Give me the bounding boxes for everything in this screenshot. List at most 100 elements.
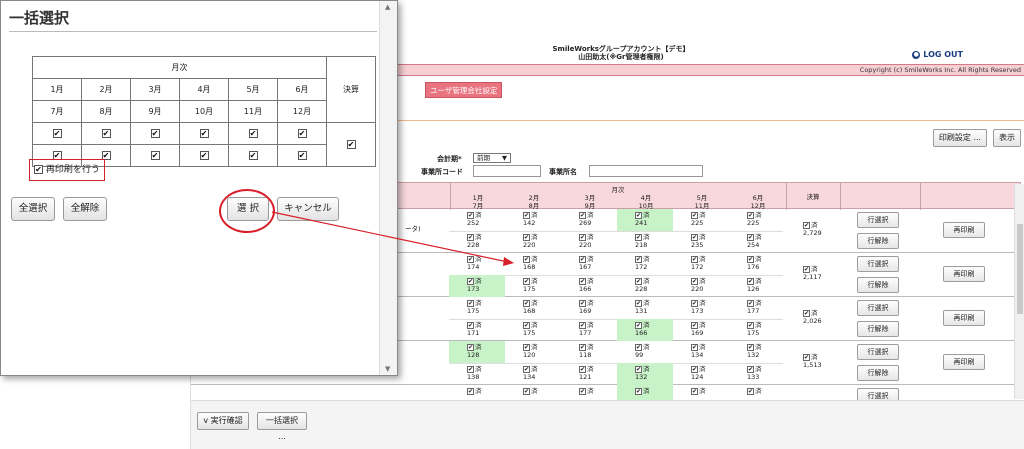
month-cell[interactable]: ✔ 済 228 — [617, 275, 673, 297]
month-cell[interactable]: ✔ 済 168 — [505, 253, 561, 275]
month-checkbox[interactable]: ✔ — [150, 129, 160, 138]
checkbox-icon[interactable]: ✔ — [467, 299, 474, 307]
checkbox-icon[interactable]: ✔ — [803, 309, 810, 317]
checkbox-icon[interactable]: ✔ — [691, 387, 698, 395]
checkbox-icon[interactable]: ✔ — [467, 255, 474, 263]
row-select-button[interactable]: 行選択 — [857, 300, 899, 316]
checkbox-icon[interactable]: ✔ — [747, 343, 754, 351]
checkbox-icon[interactable]: ✔ — [467, 343, 474, 351]
checkbox-icon[interactable]: ✔ — [635, 233, 642, 241]
row-clear-button[interactable]: 行解除 — [857, 277, 899, 293]
month-checkbox[interactable]: ✔ — [199, 151, 209, 160]
checkbox-icon[interactable]: ✔ — [747, 387, 754, 395]
month-cell[interactable]: ✔ 済 138 — [449, 363, 505, 385]
checkbox-icon[interactable]: ✔ — [579, 365, 586, 373]
row-clear-button[interactable]: 行解除 — [857, 365, 899, 381]
checkbox-icon[interactable]: ✔ — [691, 277, 698, 285]
month-cell[interactable]: ✔ 済 176 — [729, 253, 785, 275]
kessan-checkbox[interactable]: ✔ — [346, 140, 356, 149]
checkbox-icon[interactable]: ✔ — [579, 233, 586, 241]
month-cell[interactable]: ✔ 済 134 — [505, 363, 561, 385]
checkbox-icon[interactable]: ✔ — [635, 365, 642, 373]
display-button[interactable]: 表示 — [993, 129, 1021, 147]
checkbox-icon[interactable]: ✔ — [579, 277, 586, 285]
checkbox-icon[interactable]: ✔ — [579, 343, 586, 351]
checkbox-icon[interactable]: ✔ — [635, 321, 642, 329]
reprint-checkbox[interactable]: ✔ 再印刷を行う — [29, 159, 105, 181]
bulk-select-button[interactable]: 一括選択 ... — [257, 412, 307, 441]
checkbox-icon[interactable]: ✔ — [579, 321, 586, 329]
reprint-button[interactable]: 再印刷 — [943, 354, 985, 370]
month-cell[interactable]: ✔ 済 167 — [561, 253, 617, 275]
checkbox-icon[interactable]: ✔ — [635, 299, 642, 307]
month-cell[interactable]: ✔ 済 169 — [673, 319, 729, 341]
month-checkbox[interactable]: ✔ — [248, 129, 258, 138]
month-cell[interactable]: ✔ 済 252 — [449, 209, 505, 231]
checkbox-icon[interactable]: ✔ — [691, 365, 698, 373]
scrollbar-thumb[interactable] — [1017, 224, 1023, 314]
month-cell[interactable]: ✔ 済 124 — [673, 363, 729, 385]
select-all-button[interactable]: 全選択 — [11, 197, 55, 221]
checkbox-icon[interactable]: ✔ — [467, 233, 474, 241]
month-cell[interactable]: ✔ 済 269 — [561, 209, 617, 231]
checkbox-icon[interactable]: ✔ — [467, 277, 474, 285]
checkbox-icon[interactable]: ✔ — [523, 387, 530, 395]
checkbox-icon[interactable]: ✔ — [635, 277, 642, 285]
month-cell[interactable]: ✔ 済 228 — [449, 231, 505, 253]
month-cell[interactable]: ✔ 済 241 — [617, 209, 673, 231]
month-cell[interactable]: ✔ 済 172 — [617, 253, 673, 275]
row-select-button[interactable]: 行選択 — [857, 212, 899, 228]
checkbox-icon[interactable]: ✔ — [467, 211, 474, 219]
month-cell[interactable]: ✔ 済 121 — [561, 363, 617, 385]
checkbox-icon[interactable]: ✔ — [747, 211, 754, 219]
checkbox-icon[interactable]: ✔ — [691, 321, 698, 329]
checkbox-icon[interactable]: ✔ — [467, 321, 474, 329]
checkbox-icon[interactable]: ✔ — [747, 321, 754, 329]
checkbox-icon[interactable]: ✔ — [803, 265, 810, 273]
checkbox-icon[interactable]: ✔ — [523, 233, 530, 241]
month-cell[interactable]: ✔ 済 126 — [729, 275, 785, 297]
row-select-button[interactable]: 行選択 — [857, 344, 899, 360]
checkbox-icon[interactable]: ✔ — [523, 255, 530, 263]
month-cell[interactable]: ✔ 済 254 — [729, 231, 785, 253]
kessan-cell[interactable]: ✔ 済 1,513 — [803, 353, 822, 369]
checkbox-icon[interactable]: ✔ — [579, 255, 586, 263]
checkbox-icon[interactable]: ✔ — [523, 343, 530, 351]
reprint-button[interactable]: 再印刷 — [943, 310, 985, 326]
month-cell[interactable]: ✔ 済 235 — [673, 231, 729, 253]
month-cell[interactable]: ✔ 済 169 — [561, 297, 617, 319]
month-cell[interactable]: ✔ 済 132 — [729, 341, 785, 363]
checkbox-icon[interactable]: ✔ — [523, 365, 530, 373]
checkbox-icon[interactable]: ✔ — [635, 211, 642, 219]
month-cell[interactable]: ✔ 済 175 — [449, 297, 505, 319]
scroll-up-icon[interactable]: ▲ — [385, 3, 390, 11]
month-checkbox[interactable]: ✔ — [52, 129, 62, 138]
month-cell[interactable]: ✔ 済 128 — [449, 341, 505, 363]
month-cell[interactable]: ✔ 済 132 — [617, 363, 673, 385]
checkbox-icon[interactable]: ✔ — [579, 211, 586, 219]
month-cell[interactable]: ✔ 済 225 — [673, 209, 729, 231]
month-cell[interactable]: ✔ 済 174 — [449, 253, 505, 275]
month-cell[interactable]: ✔ 済 173 — [673, 297, 729, 319]
month-cell[interactable]: ✔ 済 99 — [617, 341, 673, 363]
menu-button-user-company[interactable]: ユーザ管理会社設定 — [425, 82, 503, 98]
checkbox-icon[interactable]: ✔ — [523, 211, 530, 219]
reprint-button[interactable]: 再印刷 — [943, 222, 985, 238]
month-cell[interactable]: ✔ 済 168 — [505, 297, 561, 319]
office-code-input[interactable] — [473, 165, 541, 177]
checkbox-icon[interactable]: ✔ — [691, 233, 698, 241]
checkbox-icon[interactable]: ✔ — [691, 343, 698, 351]
checkbox-icon[interactable]: ✔ — [523, 277, 530, 285]
checkbox-icon[interactable]: ✔ — [747, 255, 754, 263]
checkbox-icon[interactable]: ✔ — [467, 387, 474, 395]
exec-confirm-button[interactable]: v 実行確認 — [197, 412, 249, 430]
checkbox-icon[interactable]: ✔ — [803, 221, 810, 229]
month-cell[interactable]: ✔ 済 166 — [561, 275, 617, 297]
checkbox-icon[interactable]: ✔ — [523, 299, 530, 307]
month-cell[interactable]: ✔ 済 175 — [729, 319, 785, 341]
checkbox-icon[interactable]: ✔ — [691, 255, 698, 263]
checkbox-icon[interactable]: ✔ — [747, 277, 754, 285]
month-checkbox[interactable]: ✔ — [297, 129, 307, 138]
clear-all-button[interactable]: 全解除 — [63, 197, 107, 221]
print-settings-button[interactable]: 印刷設定 ... — [933, 129, 987, 147]
